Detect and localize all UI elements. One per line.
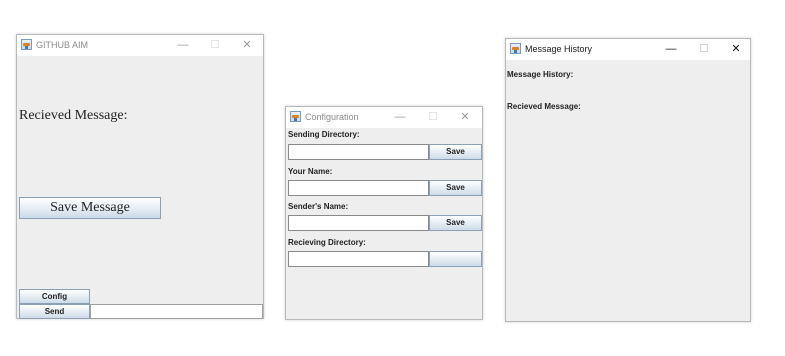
window-title: Message History xyxy=(525,44,593,54)
save-senders-name-button[interactable]: Save xyxy=(429,215,482,231)
send-button[interactable]: Send xyxy=(19,304,90,319)
configuration-window: Configuration — ☐ ✕ Sending Directory: S… xyxy=(285,106,483,320)
minimize-icon[interactable]: — xyxy=(392,109,408,125)
message-history-window: Message History — ☐ ✕ Message History: R… xyxy=(505,38,751,322)
your-name-field[interactable] xyxy=(288,180,429,196)
received-message-label: Recieved Message: xyxy=(507,102,581,111)
message-input[interactable] xyxy=(90,304,263,319)
save-your-name-button[interactable]: Save xyxy=(429,180,482,196)
maximize-icon[interactable]: ☐ xyxy=(696,41,712,57)
receiving-directory-button[interactable] xyxy=(429,251,482,267)
close-icon[interactable]: ✕ xyxy=(457,109,473,125)
sending-directory-label: Sending Directory: xyxy=(288,130,360,139)
github-aim-window: GITHUB AIM — ☐ ✕ Recieved Message: Save … xyxy=(16,34,264,319)
maximize-icon[interactable]: ☐ xyxy=(425,109,441,125)
save-message-button[interactable]: Save Message xyxy=(19,197,161,219)
minimize-icon[interactable]: — xyxy=(663,41,679,57)
message-history-label: Message History: xyxy=(507,70,574,79)
java-app-icon xyxy=(510,43,521,54)
window-title: GITHUB AIM xyxy=(36,40,89,50)
close-icon[interactable]: ✕ xyxy=(239,37,255,53)
message-history-titlebar[interactable]: Message History — ☐ ✕ xyxy=(506,39,750,60)
senders-name-field[interactable] xyxy=(288,215,429,231)
close-icon[interactable]: ✕ xyxy=(728,41,744,57)
window-title: Configuration xyxy=(305,112,359,122)
received-message-label: Recieved Message: xyxy=(19,108,128,123)
senders-name-label: Sender's Name: xyxy=(288,202,349,211)
configuration-titlebar[interactable]: Configuration — ☐ ✕ xyxy=(286,107,482,128)
receiving-directory-field[interactable] xyxy=(288,251,429,267)
receiving-directory-label: Recieving Directory: xyxy=(288,238,366,247)
minimize-icon[interactable]: — xyxy=(175,37,191,53)
github-aim-titlebar[interactable]: GITHUB AIM — ☐ ✕ xyxy=(17,35,263,56)
config-button[interactable]: Config xyxy=(19,289,90,304)
java-app-icon xyxy=(21,39,32,50)
save-sending-directory-button[interactable]: Save xyxy=(429,144,482,160)
java-app-icon xyxy=(290,111,301,122)
maximize-icon[interactable]: ☐ xyxy=(207,37,223,53)
your-name-label: Your Name: xyxy=(288,167,333,176)
sending-directory-field[interactable] xyxy=(288,144,429,160)
